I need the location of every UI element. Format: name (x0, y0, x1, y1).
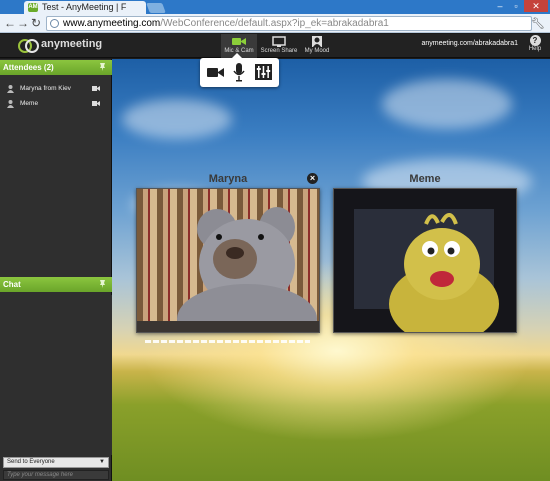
attendees-header: Attendees (2) (0, 60, 112, 75)
anymeeting-logo: anymeeting (18, 38, 103, 53)
browser-tabbar: AM Test - AnyMeeting | F – ▫ ✕ (0, 0, 550, 14)
close-video-icon[interactable]: × (307, 173, 318, 184)
my-mood-button[interactable]: My Mood (302, 34, 332, 58)
wrench-icon[interactable]: 🔧︎ (531, 17, 545, 30)
app-toolbar: anymeeting Mic & Cam Screen Share My Moo… (0, 34, 550, 58)
attendee-name: Meme (20, 100, 39, 107)
sidebar: Attendees (2) Maryna from Kiev Meme Chat… (0, 59, 112, 481)
mic-cam-popover (200, 53, 279, 87)
person-icon (7, 85, 14, 93)
pin-icon[interactable] (99, 280, 106, 288)
attendees-title: Attendees (2) (3, 63, 54, 72)
video-feed[interactable] (333, 188, 517, 333)
window-controls: – ▫ ✕ (492, 0, 548, 12)
chat-title: Chat (3, 280, 21, 289)
tool-label: My Mood (304, 48, 330, 54)
microphone-icon[interactable] (233, 63, 245, 82)
address-bar: ← → ↻ www.anymeeting.com/WebConference/d… (0, 14, 550, 33)
globe-icon (50, 19, 59, 28)
volume-meter (145, 340, 310, 343)
camera-icon (92, 86, 100, 91)
puppet-image (334, 189, 516, 332)
logo-icon (18, 38, 39, 53)
monitor-icon (272, 36, 286, 47)
cloud (122, 99, 232, 139)
send-to-value: Send to Everyone (7, 459, 55, 465)
person-icon (7, 100, 14, 108)
url-host: www.anymeeting.com (63, 18, 161, 29)
chat-header: Chat (0, 277, 112, 292)
forward-icon[interactable]: → (17, 17, 29, 29)
maximize-icon[interactable]: ▫ (508, 0, 524, 12)
help-label: Help (528, 46, 542, 52)
help-button[interactable]: ? Help (526, 34, 544, 52)
browser-tab[interactable]: AM Test - AnyMeeting | F (24, 1, 146, 14)
url-path: /WebConference/default.aspx?ip_ek=abraka… (160, 18, 389, 29)
new-tab-button[interactable] (146, 3, 166, 13)
attendee-item[interactable]: Maryna from Kiev (0, 81, 112, 95)
teddy-bear-image (137, 207, 319, 332)
cloud (382, 79, 512, 129)
video-name-label: Meme (409, 173, 441, 185)
video-feed[interactable] (136, 188, 320, 333)
pin-icon[interactable] (99, 63, 106, 71)
camera-icon[interactable] (206, 65, 226, 79)
chat-input[interactable]: Type your message here (3, 470, 109, 480)
person-icon (312, 36, 322, 47)
chevron-down-icon: ▼ (99, 459, 105, 465)
window-close-icon[interactable]: ✕ (524, 0, 548, 12)
help-icon: ? (529, 35, 541, 46)
camera-icon (92, 101, 100, 106)
attendee-item[interactable]: Meme (0, 96, 112, 110)
logo-text: anymeeting (41, 38, 103, 50)
url-input[interactable]: www.anymeeting.com/WebConference/default… (46, 16, 532, 31)
screen-share-button[interactable]: Screen Share (260, 34, 298, 58)
reload-icon[interactable]: ↻ (31, 17, 41, 29)
video-name-label: Maryna (208, 173, 248, 185)
attendee-name: Maryna from Kiev (20, 85, 71, 92)
tab-title: Test - AnyMeeting | F (42, 2, 127, 12)
minimize-icon[interactable]: – (492, 0, 508, 12)
tool-label: Screen Share (260, 48, 298, 54)
camera-icon (232, 38, 246, 45)
back-icon[interactable]: ← (4, 17, 16, 29)
meeting-url[interactable]: anymeeting.com/abrakadabra1 (421, 40, 518, 47)
favicon-icon: AM (28, 3, 38, 12)
chat-messages[interactable] (0, 295, 112, 455)
settings-sliders-icon[interactable] (255, 64, 272, 80)
send-to-select[interactable]: Send to Everyone ▼ (3, 457, 109, 468)
